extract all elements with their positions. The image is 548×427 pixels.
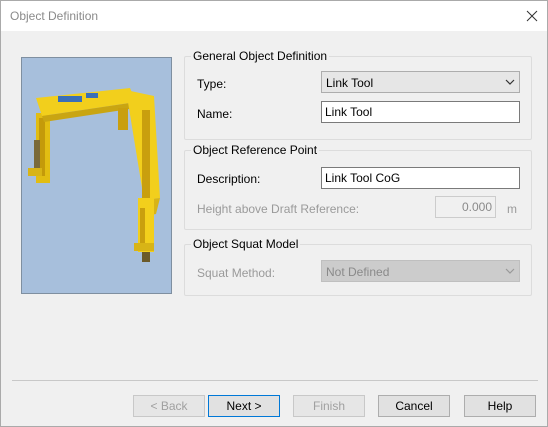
height-label: Height above Draft Reference: (197, 202, 360, 216)
footer-separator (12, 380, 538, 381)
type-select[interactable]: Link Tool (321, 71, 520, 93)
title-bar: Object Definition (1, 1, 547, 31)
squat-method-value: Not Defined (326, 265, 390, 279)
help-button[interactable]: Help (464, 395, 536, 417)
object-preview-image (21, 57, 172, 294)
object-reference-point-group: Object Reference Point (184, 143, 532, 230)
name-field[interactable] (321, 101, 520, 123)
close-button[interactable] (517, 1, 547, 31)
chevron-down-icon (505, 79, 515, 85)
crane-image (28, 88, 160, 262)
description-field[interactable] (321, 167, 520, 189)
general-group-title: General Object Definition (191, 49, 330, 63)
height-unit: m (507, 202, 517, 216)
window-title: Object Definition (10, 9, 99, 23)
description-label: Description: (197, 172, 261, 186)
height-field (435, 196, 496, 218)
next-button[interactable]: Next > (208, 395, 280, 417)
cancel-button[interactable]: Cancel (378, 395, 450, 417)
finish-button: Finish (293, 395, 365, 417)
type-select-value: Link Tool (326, 76, 374, 90)
object-definition-dialog: Object Definition General Object Definit… (0, 0, 548, 427)
chevron-down-icon (505, 268, 515, 274)
name-label: Name: (197, 107, 233, 121)
general-object-definition-group: General Object Definition (184, 49, 532, 140)
close-icon (526, 10, 538, 22)
squat-group-title: Object Squat Model (191, 237, 301, 251)
type-label: Type: (197, 77, 227, 91)
squat-method-label: Squat Method: (197, 266, 276, 280)
back-button: < Back (133, 395, 205, 417)
reference-group-title: Object Reference Point (191, 143, 320, 157)
squat-method-select: Not Defined (321, 260, 520, 282)
